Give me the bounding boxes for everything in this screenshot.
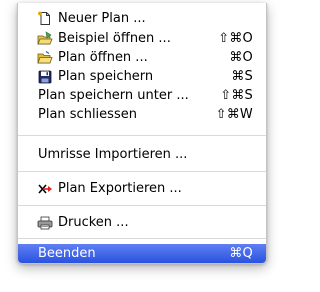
menu-item-plan-speichern-unter[interactable]: Plan speichern unter ... ⇧⌘S — [18, 86, 266, 105]
new-document-icon — [37, 11, 53, 26]
menu-item-label: Drucken ... — [58, 215, 129, 230]
menu-item-label: Beenden — [38, 246, 96, 261]
menu-item-label: Plan speichern — [58, 69, 154, 84]
menu-item-label: Plan Exportieren ... — [58, 181, 182, 196]
open-folder-icon — [37, 50, 53, 65]
menu-item-label: Umrisse Importieren ... — [38, 147, 188, 162]
menu-item-beispiel-oeffnen[interactable]: Beispiel öffnen ... ⇧⌘O — [18, 29, 266, 48]
menu-item-beenden[interactable]: Beenden ⌘Q — [18, 244, 266, 263]
shortcut-label: ⌘Q — [229, 246, 253, 261]
open-example-icon — [37, 31, 53, 46]
export-icon — [37, 181, 53, 196]
menu-separator — [18, 171, 266, 172]
shortcut-label: ⇧⌘O — [218, 31, 253, 46]
menu-item-drucken[interactable]: Drucken ... — [18, 213, 266, 232]
menu-item-label: Beispiel öffnen ... — [58, 31, 171, 46]
menu-item-label: Plan schliessen — [38, 107, 137, 122]
menu-item-label: Neuer Plan ... — [58, 11, 146, 26]
menu-item-plan-schliessen[interactable]: Plan schliessen ⇧⌘W — [18, 105, 266, 124]
floppy-disk-icon — [37, 69, 53, 84]
menu-item-plan-oeffnen[interactable]: Plan öffnen ... ⌘O — [18, 48, 266, 67]
menu-item-plan-exportieren[interactable]: Plan Exportieren ... — [18, 179, 266, 198]
menu-item-label: Plan speichern unter ... — [38, 88, 189, 103]
menu-separator — [18, 238, 266, 239]
shortcut-label: ⌘S — [231, 69, 253, 84]
shortcut-label: ⇧⌘W — [215, 107, 253, 122]
menu-separator — [18, 135, 266, 136]
shortcut-label: ⌘O — [229, 50, 253, 65]
menu-separator — [18, 205, 266, 206]
shortcut-label: ⇧⌘S — [220, 88, 253, 103]
menu-item-plan-speichern[interactable]: Plan speichern ⌘S — [18, 67, 266, 86]
menu-item-umrisse-importieren[interactable]: Umrisse Importieren ... — [18, 145, 266, 164]
menu-item-label: Plan öffnen ... — [58, 50, 148, 65]
printer-icon — [37, 215, 53, 230]
file-menu: Neuer Plan ... Beispiel öffnen ... ⇧⌘O P… — [17, 3, 267, 264]
menu-item-neuer-plan[interactable]: Neuer Plan ... — [18, 9, 266, 28]
